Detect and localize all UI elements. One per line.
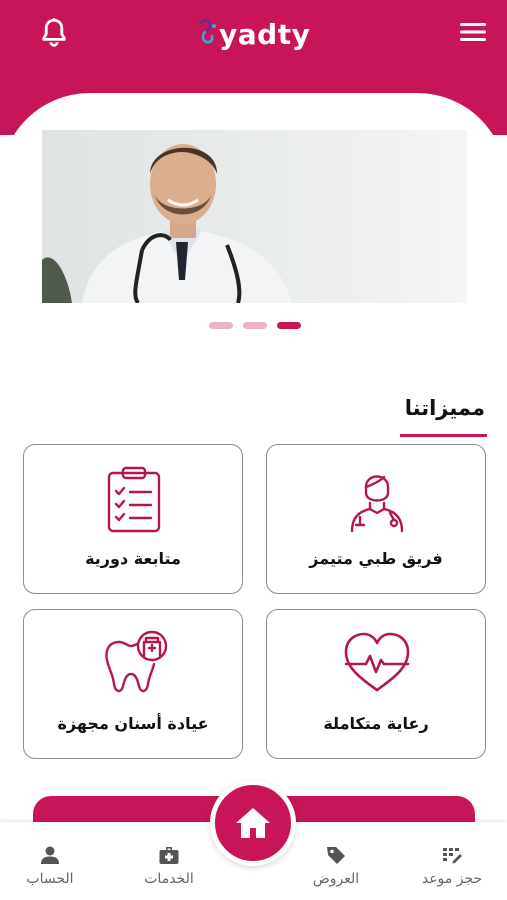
section-title: مميزاتنا [404, 396, 485, 420]
nav-item-booking[interactable]: حجز موعد [402, 844, 502, 887]
carousel-dot-active[interactable] [277, 322, 301, 329]
nav-label: العروض [312, 871, 360, 887]
tooth-clinic-icon [105, 630, 168, 693]
app-logo: yadty [195, 14, 310, 54]
feature-label: متابعة دورية [85, 549, 181, 568]
bell-icon[interactable] [37, 16, 71, 50]
nav-item-offers[interactable]: العروض [286, 844, 386, 887]
logo-mark-icon [199, 18, 216, 44]
heart-pulse-icon [344, 632, 410, 692]
clipboard-checklist-icon [107, 466, 161, 533]
feature-label: رعاية متكاملة [323, 714, 429, 733]
nav-label: الحساب [26, 871, 74, 887]
hamburger-menu-icon[interactable] [458, 20, 488, 44]
carousel-dot[interactable] [243, 322, 267, 329]
feature-card-dental-clinic[interactable]: عيادة أسنان مجهزة [23, 609, 243, 759]
feature-card-periodic-followup[interactable]: متابعة دورية [23, 444, 243, 594]
nav-item-account[interactable]: الحساب [0, 844, 100, 887]
nav-label: حجز موعد [421, 871, 483, 887]
logo-text: yadty [219, 17, 311, 51]
section-title-underline [400, 434, 487, 437]
home-icon [236, 808, 270, 838]
feature-card-medical-team[interactable]: فريق طبي متيمز [266, 444, 486, 594]
nav-item-services[interactable]: الخدمات [119, 844, 219, 887]
medical-kit-icon [159, 847, 179, 864]
carousel-dot[interactable] [209, 322, 233, 329]
doctor-icon [350, 475, 404, 533]
nav-label: الخدمات [144, 871, 194, 887]
person-icon [41, 846, 59, 864]
doctor-photo [42, 130, 467, 303]
carousel-indicators [209, 322, 301, 329]
home-button[interactable] [210, 780, 296, 866]
feature-label: عيادة أسنان مجهزة [57, 714, 209, 733]
banner-image-doctor[interactable] [42, 130, 467, 303]
tag-icon [327, 847, 345, 864]
feature-card-integrated-care[interactable]: رعاية متكاملة [266, 609, 486, 759]
feature-label: فريق طبي متيمز [309, 549, 443, 568]
calendar-grid-icon [443, 848, 462, 864]
